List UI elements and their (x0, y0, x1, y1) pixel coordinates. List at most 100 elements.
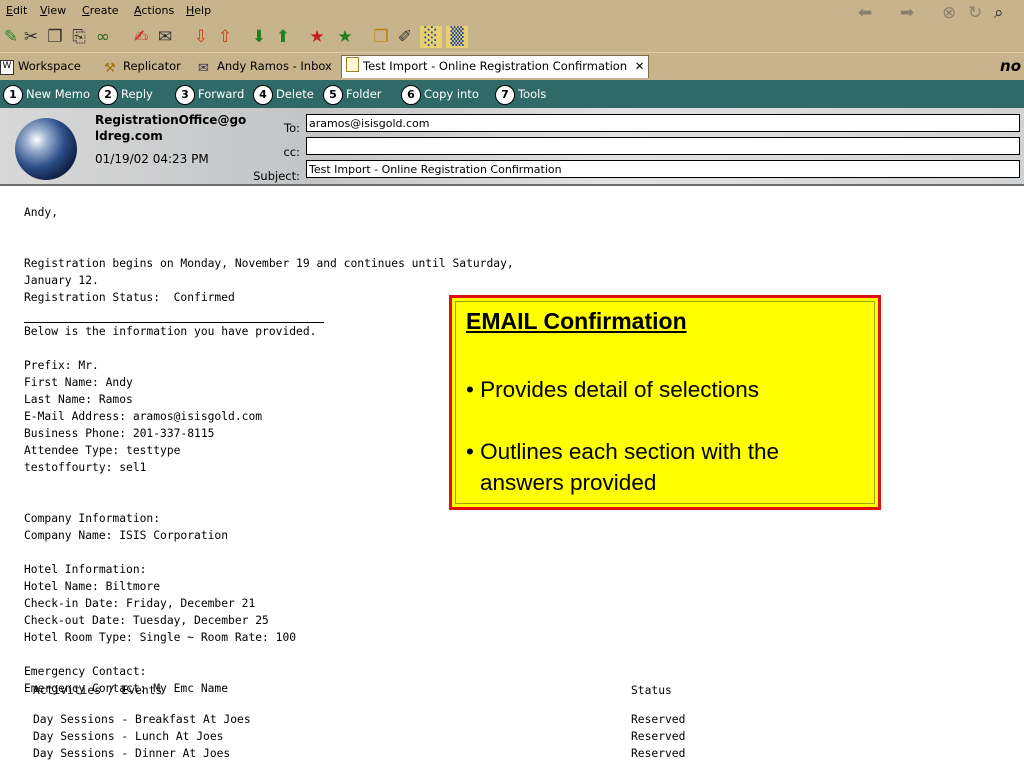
tab-label: Test Import - Online Registration Confir… (363, 59, 628, 73)
menu-view[interactable]: View (40, 4, 66, 17)
body-line: Emergency Contact: (24, 665, 147, 678)
new-memo-button[interactable]: 1 New Memo (3, 84, 90, 105)
stop-icon[interactable]: ⊗ (942, 3, 956, 23)
shortcut-number: 4 (253, 84, 273, 105)
tools-button[interactable]: 7 Tools (495, 84, 547, 105)
menu-edit[interactable]: Edit (6, 4, 27, 17)
callout-bullet: • Provides detail of selections (466, 377, 760, 402)
action-label: Reply (121, 87, 153, 101)
reply-button[interactable]: 2 Reply (98, 84, 153, 105)
to-label: To: (284, 121, 300, 135)
edit-icon[interactable]: ✎ (0, 26, 22, 48)
callout-bullet: • Outlines each section with the (466, 439, 780, 464)
shortcut-number: 1 (3, 84, 23, 105)
sender-address: RegistrationOffice@go ldreg.com (95, 112, 247, 144)
shortcut-number: 5 (323, 84, 343, 105)
body-line: Check-in Date: Friday, December 21 (24, 597, 256, 610)
activities-header: Activities / Events (33, 684, 163, 697)
activity-status: Reserved (631, 713, 686, 726)
shortcut-number: 6 (401, 84, 421, 105)
action-label: Folder (346, 87, 382, 101)
divider (24, 322, 324, 323)
body-line: Hotel Information: (24, 563, 147, 576)
subject-field[interactable]: Test Import - Online Registration Confir… (306, 160, 1020, 178)
activity-name: Day Sessions - Breakfast At Joes (33, 713, 251, 726)
sender-line-1: RegistrationOffice@go (95, 113, 247, 127)
pen-icon[interactable]: ✍ (130, 26, 152, 48)
action-label: Copy into (424, 87, 479, 101)
body-line: Check-out Date: Tuesday, December 25 (24, 614, 269, 627)
subject-label: Subject: (253, 169, 300, 183)
tab-workspace[interactable]: W Workspace (0, 56, 81, 77)
body-line: Andy, (24, 206, 59, 219)
link-icon[interactable]: ∞ (92, 26, 114, 48)
shortcut-number: 7 (495, 84, 515, 105)
cc-label: cc: (283, 145, 300, 159)
body-line: Company Information: (24, 512, 161, 525)
tab-inbox[interactable]: ✉ Andy Ramos - Inbox (198, 56, 332, 77)
document-icon (346, 57, 359, 72)
menu-help[interactable]: Help (186, 4, 211, 17)
activity-status: Reserved (631, 747, 686, 760)
search-icon[interactable]: ⌕ (994, 3, 1004, 23)
folder-icon[interactable]: ❐ (370, 26, 392, 48)
tab-label: Workspace (18, 59, 81, 73)
brand-logo: no (1000, 57, 1021, 75)
body-line: Registration begins on Monday, November … (24, 257, 514, 270)
tag-icon[interactable]: ✐ (394, 26, 416, 48)
body-line: Hotel Name: Biltmore (24, 580, 161, 593)
menu-actions[interactable]: Actions (134, 4, 174, 17)
star-up-icon[interactable]: ★ (334, 26, 356, 48)
forward-icon[interactable]: ➡ (900, 3, 914, 23)
globe-icon (15, 118, 77, 180)
back-icon[interactable]: ⬅ (858, 3, 872, 23)
sender-line-2: ldreg.com (95, 129, 163, 143)
tab-replicator[interactable]: ⚒ Replicator (104, 56, 181, 77)
tab-label: Andy Ramos - Inbox (217, 59, 332, 73)
copy-icon[interactable]: ❐ (44, 26, 66, 48)
folder-button[interactable]: 5 Folder (323, 84, 382, 105)
shortcut-number: 2 (98, 84, 118, 105)
body-line: January 12. (24, 274, 99, 287)
body-line (24, 238, 724, 255)
menu-create[interactable]: Create (82, 4, 119, 17)
delete-button[interactable]: 4 Delete (253, 84, 314, 105)
arrow-up-icon[interactable]: ⬆ (272, 26, 294, 48)
inbox-icon: ✉ (198, 61, 209, 76)
body-line: Company Name: ISIS Corporation (24, 529, 229, 542)
replicator-icon: ⚒ (104, 61, 116, 76)
body-line: Hotel Room Type: Single ~ Room Rate: 100 (24, 631, 297, 644)
close-tab-icon[interactable]: ✕ (635, 59, 645, 73)
calendar-icon[interactable]: ▒ (446, 26, 468, 48)
attach-icon[interactable]: ✉ (154, 26, 176, 48)
body-line (24, 221, 724, 238)
arrow-down-icon[interactable]: ⬇ (248, 26, 270, 48)
paste-icon[interactable]: ⎘ (68, 26, 90, 48)
toolbar: ✎ ✂ ❐ ⎘ ∞ ✍ ✉ ⇩ ⇧ ⬇ ⬆ ★ ★ ❐ ✐ ░ ▒ (0, 24, 1024, 52)
sent-date: 01/19/02 04:23 PM (95, 152, 209, 166)
download-icon[interactable]: ⇩ (190, 26, 212, 48)
activity-name: Day Sessions - Dinner At Joes (33, 747, 231, 760)
status-header: Status (631, 684, 672, 697)
activity-name: Day Sessions - Lunch At Joes (33, 730, 224, 743)
tab-label: Replicator (123, 59, 181, 73)
callout-box: EMAIL Confirmation • Provides detail of … (449, 295, 881, 510)
activity-status: Reserved (631, 730, 686, 743)
tab-test-import[interactable]: Test Import - Online Registration Confir… (341, 55, 650, 78)
shortcut-number: 3 (175, 84, 195, 105)
workspace-icon: W (0, 60, 14, 75)
body-line (24, 544, 724, 561)
action-label: Tools (518, 87, 547, 101)
upload-icon[interactable]: ⇧ (214, 26, 236, 48)
action-label: Forward (198, 87, 245, 101)
body-line (24, 646, 724, 663)
refresh-icon[interactable]: ↻ (968, 3, 982, 23)
cc-field[interactable] (306, 137, 1020, 155)
to-field[interactable]: aramos@isisgold.com (306, 114, 1020, 132)
star-down-icon[interactable]: ★ (306, 26, 328, 48)
action-label: New Memo (26, 87, 90, 101)
copy-into-button[interactable]: 6 Copy into (401, 84, 479, 105)
forward-button[interactable]: 3 Forward (175, 84, 245, 105)
cut-icon[interactable]: ✂ (20, 26, 42, 48)
chart-icon[interactable]: ░ (420, 26, 442, 48)
